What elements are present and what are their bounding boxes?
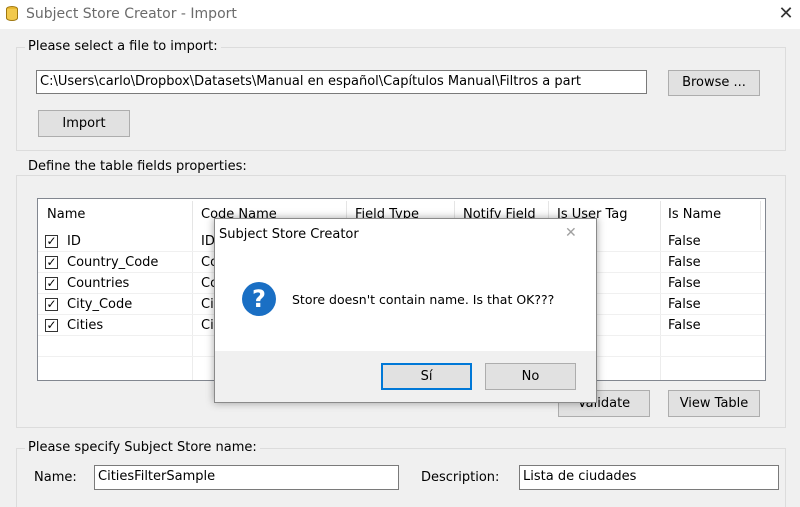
store-name-group-label: Please specify Subject Store name: [25, 440, 260, 455]
column-divider[interactable] [192, 201, 193, 230]
row-checkbox[interactable]: ✓ [45, 256, 58, 269]
code-name-cell: ID [201, 234, 215, 249]
is-name-cell: False [668, 318, 701, 333]
is-name-cell: False [668, 234, 701, 249]
dialog-message: Store doesn't contain name. Is that OK??… [292, 292, 555, 307]
view-table-button[interactable]: View Table [668, 390, 760, 417]
store-name-input[interactable]: CitiesFilterSample [94, 465, 399, 490]
column-header-is-name[interactable]: Is Name [668, 205, 721, 227]
name-label: Name: [34, 470, 77, 485]
code-name-cell: Ci [201, 297, 214, 312]
field-name-cell: Countries [67, 276, 130, 291]
window-title: Subject Store Creator - Import [26, 6, 237, 22]
dialog-footer: Sí No [215, 351, 596, 402]
browse-button[interactable]: Browse ... [668, 70, 760, 96]
yes-button[interactable]: Sí [381, 363, 472, 390]
description-input[interactable]: Lista de ciudades [519, 465, 779, 490]
column-gridline [192, 230, 193, 380]
description-label: Description: [421, 470, 500, 485]
import-group-label: Please select a file to import: [25, 39, 221, 54]
row-checkbox[interactable]: ✓ [45, 235, 58, 248]
row-checkbox[interactable]: ✓ [45, 298, 58, 311]
close-icon[interactable]: ✕ [565, 225, 577, 241]
import-group [16, 47, 786, 151]
file-path-input[interactable]: C:\Users\carlo\Dropbox\Datasets\Manual e… [36, 70, 647, 94]
field-name-cell: Country_Code [67, 255, 159, 270]
column-header-name[interactable]: Name [47, 205, 85, 227]
column-gridline [660, 230, 661, 380]
title-bar: Subject Store Creator - Import ✕ [0, 0, 800, 29]
field-name-cell: City_Code [67, 297, 133, 312]
no-button[interactable]: No [485, 363, 576, 390]
row-checkbox[interactable]: ✓ [45, 277, 58, 290]
fields-group-label: Define the table fields properties: [25, 159, 250, 174]
close-icon[interactable]: ✕ [774, 2, 798, 26]
question-icon: ? [242, 282, 276, 316]
import-button[interactable]: Import [38, 110, 130, 137]
row-checkbox[interactable]: ✓ [45, 319, 58, 332]
confirm-dialog: Subject Store Creator ✕ ? Store doesn't … [214, 218, 597, 403]
database-icon [6, 6, 18, 21]
is-name-cell: False [668, 297, 701, 312]
field-name-cell: ID [67, 234, 81, 249]
field-name-cell: Cities [67, 318, 104, 333]
column-divider[interactable] [660, 201, 661, 230]
dialog-title: Subject Store Creator [219, 227, 359, 242]
is-name-cell: False [668, 276, 701, 291]
column-divider[interactable] [760, 201, 761, 230]
is-name-cell: False [668, 255, 701, 270]
code-name-cell: Ci [201, 318, 214, 333]
